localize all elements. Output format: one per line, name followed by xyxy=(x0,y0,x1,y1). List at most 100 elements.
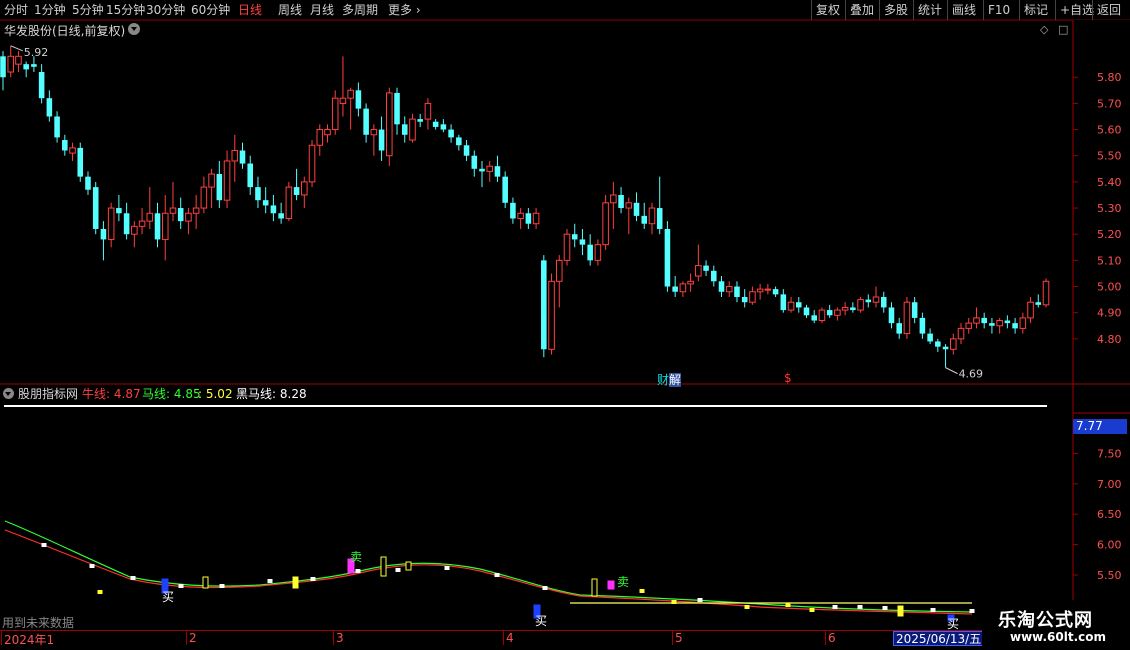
candle-body-62 xyxy=(479,168,485,172)
price-label-8: 5.00 xyxy=(1097,281,1122,294)
chevron-down-icon[interactable] xyxy=(128,23,140,35)
candle-body-135 xyxy=(1042,280,1050,306)
candle-body-78 xyxy=(602,202,609,246)
watermark-title: 乐淘公式网 xyxy=(998,610,1093,631)
dividend-event-marker[interactable]: $ xyxy=(784,371,792,385)
candle-body-38 xyxy=(293,187,300,195)
ind-dot-5 xyxy=(219,584,225,588)
candle-body-59 xyxy=(456,137,462,146)
candle-body-65 xyxy=(502,176,508,203)
period-4[interactable]: 30分钟 xyxy=(146,2,185,18)
candle-body-76 xyxy=(587,244,593,261)
ma-line xyxy=(4,520,973,613)
candle-body-35 xyxy=(270,205,277,214)
ind-label-2: 7.00 xyxy=(1097,478,1122,491)
ind-dot-8 xyxy=(355,569,361,573)
candle-body-113 xyxy=(872,296,880,303)
current-indicator-value: 7.77 xyxy=(1073,419,1127,434)
candle-body-19 xyxy=(146,212,154,222)
candle-body-103 xyxy=(795,302,802,308)
ind-dot-14 xyxy=(671,600,677,604)
ind-bar-7 xyxy=(591,578,598,597)
high-pointer xyxy=(10,45,23,52)
toolbar-button-4[interactable]: 画线 xyxy=(947,0,980,20)
buy-signal-2: 买 xyxy=(535,614,547,628)
candle-body-112 xyxy=(865,299,872,303)
candle-body-36 xyxy=(278,213,284,219)
candle-body-45 xyxy=(347,89,354,99)
future-data-warning: 用到未来数据 xyxy=(2,616,75,630)
price-label-4: 5.40 xyxy=(1097,176,1122,189)
candle-body-6 xyxy=(46,98,53,117)
candle-body-3 xyxy=(23,64,29,70)
ind-bar-4 xyxy=(380,556,387,577)
candle-body-99 xyxy=(764,288,772,291)
candle-body-121 xyxy=(935,341,941,347)
candle-body-98 xyxy=(756,288,764,293)
ind-dot-16 xyxy=(744,605,750,609)
ind-bar-2 xyxy=(292,576,299,589)
period-9[interactable]: 多周期 xyxy=(342,2,378,18)
candle-body-57 xyxy=(440,124,447,130)
toolbar-button-1[interactable]: 叠加 xyxy=(845,0,878,20)
toolbar-button-2[interactable]: 多股 xyxy=(879,0,912,20)
ind-dot-17 xyxy=(785,603,791,607)
date-tick-1 xyxy=(186,631,187,645)
candle-body-132 xyxy=(1019,317,1027,329)
toolbar-button-8[interactable]: 返回 xyxy=(1092,0,1125,20)
candle-body-130 xyxy=(1004,320,1011,324)
candle-body-87 xyxy=(672,286,678,292)
period-7[interactable]: 周线 xyxy=(278,2,302,18)
current-date-label: 2025/06/13/五 xyxy=(893,631,985,646)
candle-body-7 xyxy=(54,116,60,138)
period-0[interactable]: 分时 xyxy=(4,2,28,18)
ind-dot-13 xyxy=(639,589,645,593)
candle-body-21 xyxy=(161,212,169,240)
candlestick-chart[interactable]: 5.80 5.70 5.60 5.50 5.40 5.30 5.20 5.10 5.00 4.90… xyxy=(0,20,1130,385)
square-icon[interactable]: □ xyxy=(1058,23,1068,36)
date-label-1: 2 xyxy=(189,631,197,645)
ind-dot-0 xyxy=(41,543,47,547)
candle-body-11 xyxy=(85,176,91,190)
price-label-5: 5.30 xyxy=(1097,202,1122,215)
ind-dot-22 xyxy=(930,608,936,612)
candle-body-48 xyxy=(370,129,378,136)
toolbar-button-3[interactable]: 统计 xyxy=(913,0,946,20)
period-3[interactable]: 15分钟 xyxy=(106,2,145,18)
toolbar: 分时 1分钟 5分钟 15分钟 30分钟 60分钟 日线 周线 月线 多周期 更多 › 复权 叠加 多股统… xyxy=(0,0,1130,20)
ind-label-1: 7.50 xyxy=(1097,447,1122,460)
candle-body-96 xyxy=(741,296,748,303)
period-8[interactable]: 月线 xyxy=(310,2,334,18)
ind-label-4: 6.00 xyxy=(1097,539,1122,552)
ind-dot-10 xyxy=(444,566,450,570)
candle-body-109 xyxy=(841,306,849,311)
candle-body-129 xyxy=(996,320,1003,327)
diamond-icon[interactable]: ◇ xyxy=(1040,23,1048,36)
candle-body-81 xyxy=(625,202,633,209)
period-1[interactable]: 1分钟 xyxy=(34,2,66,18)
candle-body-67 xyxy=(517,212,524,220)
candle-body-39 xyxy=(301,181,308,196)
price-label-9: 4.90 xyxy=(1097,307,1122,320)
period-5[interactable]: 60分钟 xyxy=(191,2,230,18)
period-6[interactable]: 日线 xyxy=(238,2,262,18)
candle-body-116 xyxy=(896,323,902,334)
high-label: 5.92 xyxy=(24,46,49,59)
period-10[interactable]: 更多 › xyxy=(388,2,421,18)
ind-dot-21 xyxy=(882,606,888,610)
indicator-chart[interactable]: 8.007.507.006.506.005.50 买 买 买 卖 卖 xyxy=(0,385,1130,630)
candle-body-17 xyxy=(131,225,138,235)
toolbar-button-6[interactable]: 标记 xyxy=(1019,0,1052,20)
period-2[interactable]: 5分钟 xyxy=(72,2,104,18)
candle-body-71 xyxy=(548,280,555,350)
candle-body-66 xyxy=(510,202,516,219)
sell-signal-2: 卖 xyxy=(617,575,629,589)
toolbar-button-5[interactable]: F10 xyxy=(983,0,1014,20)
ind-dot-9 xyxy=(395,568,401,572)
date-tick-3 xyxy=(503,631,504,645)
candle-body-118 xyxy=(911,302,918,318)
candle-body-74 xyxy=(571,234,578,240)
toolbar-button-0[interactable]: 复权 xyxy=(811,0,844,20)
ind-dot-19 xyxy=(832,605,838,609)
candle-body-119 xyxy=(919,317,926,334)
